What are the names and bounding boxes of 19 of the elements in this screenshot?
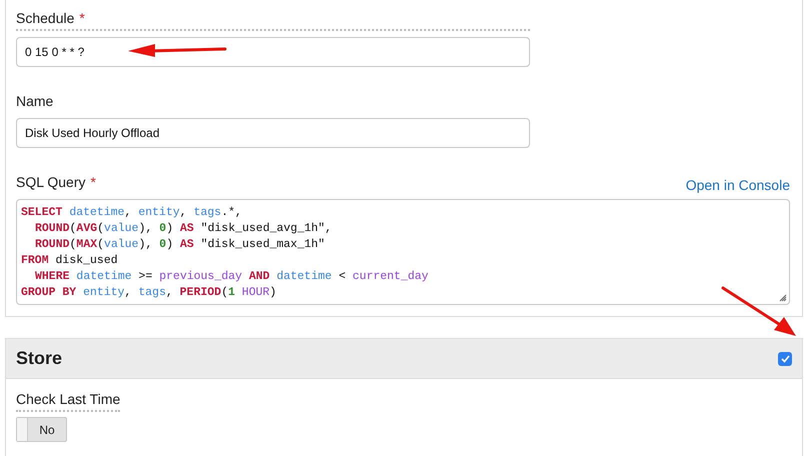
- check-last-time-toggle[interactable]: No: [16, 417, 67, 442]
- schedule-field[interactable]: 0 15 0 * * ?: [16, 37, 530, 67]
- code-line: ROUND(AVG(value), 0) AS "disk_used_avg_1h",: [34, 221, 332, 237]
- check-icon: [780, 354, 790, 362]
- open-in-console-link[interactable]: Open in Console: [686, 177, 790, 193]
- sql-editor[interactable]: [16, 199, 790, 305]
- code-line: GROUP BY entity, tags, PERIOD(1 HOUR): [21, 285, 276, 301]
- code-line: SELECT datetime, entity, tags.*,: [21, 205, 242, 221]
- resize-grip-icon[interactable]: [779, 294, 787, 302]
- field-label: Schedule *: [16, 10, 530, 31]
- code-line: ROUND(MAX(value), 0) AS "disk_used_max_1h": [34, 237, 325, 253]
- store-checkbox[interactable]: [778, 352, 792, 366]
- name-field[interactable]: Disk Used Hourly Offload: [16, 118, 530, 148]
- code-line: WHERE datetime >= previous_day AND datetime < current_day: [34, 269, 428, 285]
- code-line: FROM disk_used: [21, 253, 118, 269]
- section-title: Store: [16, 348, 62, 369]
- field-label: SQL Query *: [16, 174, 96, 192]
- field-label: Name: [16, 93, 54, 111]
- field-label: Check Last Time: [16, 391, 120, 412]
